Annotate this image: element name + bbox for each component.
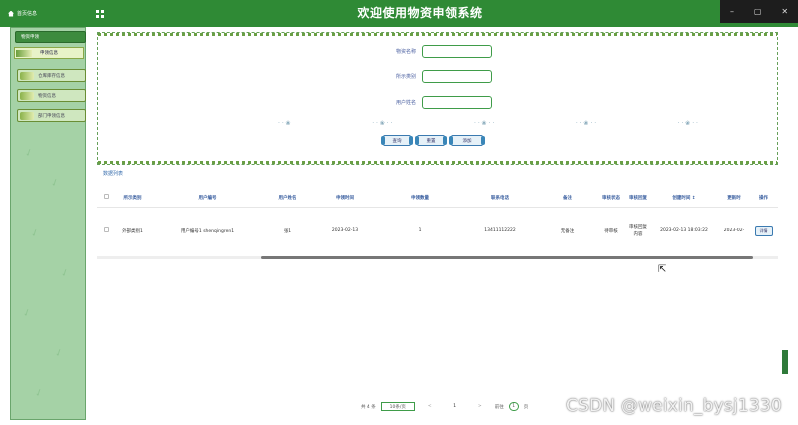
detail-button[interactable]: 详情 bbox=[754, 225, 773, 236]
table-row: 外部类别1 用户编号1 shenqingren1 张1 2023-02-13 1… bbox=[97, 208, 778, 253]
column-header: 更新时 bbox=[727, 195, 741, 201]
sidebar: ✓ ✓ ✓ ✓ ✓ ✓ ✓ 物资申领 申领信息 仓库库存信息 物资信息 部门申领信息 bbox=[10, 27, 86, 420]
prev-page-button[interactable]: < bbox=[420, 404, 440, 409]
column-header: 联系电话 bbox=[491, 195, 509, 201]
sidebar-item-request-info[interactable]: 申领信息 bbox=[14, 47, 84, 59]
field-row-category: 所示类别 bbox=[388, 70, 492, 83]
decoration-row: · · ❀ · · ❀ · · · · ❀ · · · · ❀ · · · · ❀ · … bbox=[278, 120, 698, 127]
reset-button[interactable]: 重置 bbox=[415, 135, 447, 146]
sidebar-item-inventory[interactable]: 仓库库存信息 bbox=[17, 69, 86, 82]
field-row-name: 物资名称 bbox=[388, 45, 492, 58]
vertical-scroll-handle[interactable] bbox=[782, 350, 788, 374]
field-label: 用户姓名 bbox=[395, 100, 416, 106]
add-button[interactable]: 添加 bbox=[449, 135, 485, 146]
table-cell: 2023-02-13 18:03:22 bbox=[660, 228, 708, 233]
table-header: 所示类别 用户编号 用户姓名 申领时间 申领数量 联系电话 备注 审核状态 审核… bbox=[97, 188, 778, 208]
goto-page-input[interactable]: 1 bbox=[508, 402, 519, 411]
maximize-button[interactable]: ▢ bbox=[754, 7, 762, 16]
column-header: 审核回复 bbox=[629, 195, 647, 201]
goto-label: 前往 bbox=[494, 404, 504, 410]
table-cell: 2023-02-13 bbox=[331, 228, 359, 233]
column-header: 备注 bbox=[563, 195, 572, 201]
column-header[interactable]: 创建时间 ↕ bbox=[649, 195, 719, 201]
search-buttons: 查询 重置 添加 bbox=[381, 135, 485, 146]
minimize-button[interactable]: – bbox=[730, 7, 734, 16]
table-cell: 外部类别1 bbox=[122, 228, 143, 234]
menu-grid-icon[interactable] bbox=[96, 10, 104, 18]
sidebar-item-dept-request[interactable]: 部门申领信息 bbox=[17, 109, 86, 122]
username-input[interactable] bbox=[422, 96, 492, 109]
column-header: 审核状态 bbox=[602, 195, 620, 201]
next-page-button[interactable]: > bbox=[470, 404, 490, 409]
pagination: 共 4 条 10条/页 < 1 > 前往 1 页 bbox=[361, 402, 528, 411]
table-cell: 审核回复内容 bbox=[629, 224, 647, 237]
app-window: 首页信息 欢迎使用物资申领系统 – ▢ ✕ ✓ ✓ ✓ ✓ ✓ ✓ ✓ 物资申领 申领… bbox=[0, 0, 798, 425]
panel-top-border bbox=[98, 33, 777, 36]
close-button[interactable]: ✕ bbox=[781, 7, 788, 16]
scrollbar-thumb[interactable] bbox=[261, 256, 753, 259]
page-number[interactable]: 1 bbox=[445, 404, 465, 409]
field-label: 物资名称 bbox=[395, 49, 416, 55]
window-controls: – ▢ ✕ bbox=[720, 0, 798, 23]
search-button[interactable]: 查询 bbox=[381, 135, 413, 146]
field-label: 所示类别 bbox=[395, 74, 416, 80]
page-size-select[interactable]: 10条/页 bbox=[380, 402, 415, 411]
mouse-cursor-icon: ⇱ bbox=[658, 264, 667, 275]
top-bar: 首页信息 欢迎使用物资申领系统 – ▢ ✕ bbox=[0, 0, 798, 27]
sidebar-item-supply-request[interactable]: 物资申领 bbox=[15, 31, 86, 43]
row-checkbox[interactable] bbox=[103, 227, 109, 232]
column-header: 申领时间 bbox=[336, 195, 354, 201]
supply-name-input[interactable] bbox=[422, 45, 492, 58]
home-button[interactable]: 首页信息 bbox=[4, 0, 88, 27]
column-header: 所示类别 bbox=[123, 195, 142, 201]
data-table: 所示类别 用户编号 用户姓名 申领时间 申领数量 联系电话 备注 审核状态 审核… bbox=[97, 188, 778, 253]
table-cell: 用户编号1 shenqingren1 bbox=[180, 228, 235, 234]
home-label: 首页信息 bbox=[17, 11, 38, 17]
table-cell: 13411112222 bbox=[484, 228, 516, 233]
select-all-checkbox[interactable] bbox=[103, 194, 109, 199]
horizontal-scrollbar[interactable] bbox=[97, 256, 778, 259]
sidebar-item-label: 物资信息 bbox=[38, 93, 56, 99]
sidebar-item-label: 部门申领信息 bbox=[38, 113, 65, 119]
total-count: 共 4 条 bbox=[361, 404, 376, 410]
category-input[interactable] bbox=[422, 70, 492, 83]
app-title: 欢迎使用物资申领系统 bbox=[357, 6, 483, 20]
field-row-username: 用户姓名 bbox=[388, 96, 492, 109]
table-cell: 待审核 bbox=[604, 228, 618, 234]
table-cell: 2023-02- bbox=[723, 228, 745, 233]
page-unit: 页 bbox=[523, 404, 529, 410]
watermark: CSDN @weixin_bysj1330 bbox=[566, 396, 782, 416]
search-panel: 物资名称 所示类别 用户姓名 · · ❀ · · ❀ · · · · ❀ · · · … bbox=[97, 32, 778, 165]
table-cell: 1 bbox=[418, 228, 422, 233]
home-icon bbox=[8, 10, 14, 17]
table-cell: 无备注 bbox=[560, 228, 575, 234]
column-header: 申领数量 bbox=[411, 195, 429, 201]
panel-bottom-border bbox=[98, 161, 777, 164]
column-header: 用户姓名 bbox=[278, 195, 297, 201]
column-header: 用户编号 bbox=[198, 195, 217, 201]
table-cell: 张1 bbox=[283, 228, 292, 234]
sidebar-item-supplies[interactable]: 物资信息 bbox=[17, 89, 86, 102]
sidebar-item-label: 物资申领 bbox=[21, 35, 39, 40]
column-header: 操作 bbox=[759, 195, 768, 201]
sidebar-item-label: 申领信息 bbox=[40, 51, 58, 56]
sidebar-item-label: 仓库库存信息 bbox=[38, 73, 65, 79]
list-label: 数据列表 bbox=[103, 171, 124, 177]
